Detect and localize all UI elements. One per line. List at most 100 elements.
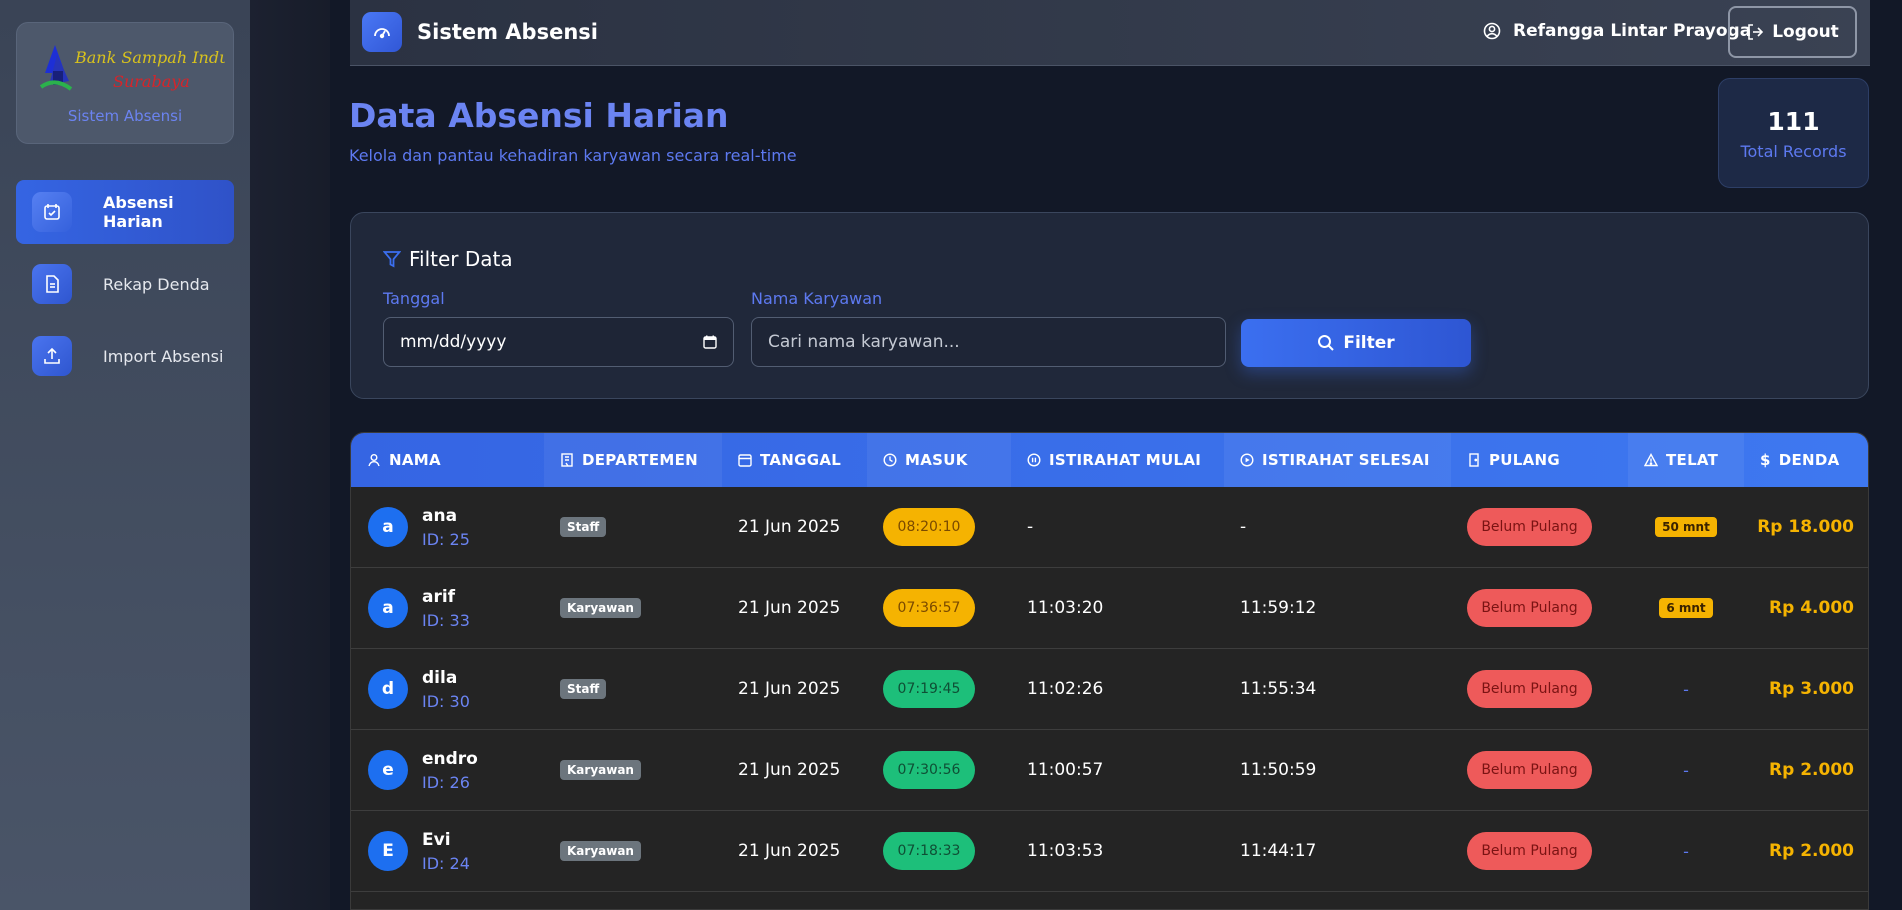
col-pulang[interactable]: PULANG xyxy=(1451,433,1628,487)
check-out-status-pill: Belum Pulang xyxy=(1467,589,1592,627)
logout-icon xyxy=(1748,24,1764,40)
employee-name-block: dila ID: 30 xyxy=(422,668,470,711)
avatar: a xyxy=(368,588,408,628)
table-row[interactable]: a arif ID: 33 Karyawan 21 Jun 2025 07:36:57 11… xyxy=(351,568,1868,649)
filter-button[interactable]: Filter xyxy=(1241,319,1471,367)
col-denda[interactable]: $ DENDA xyxy=(1744,433,1868,487)
page-title: Data Absensi Harian xyxy=(349,96,729,135)
late-empty: - xyxy=(1683,679,1689,699)
avatar: e xyxy=(368,750,408,790)
department-cell: Karyawan xyxy=(560,730,641,810)
employee-name-block: ana ID: 25 xyxy=(422,506,470,549)
employee-search-input[interactable] xyxy=(751,317,1226,367)
department-cell: Staff xyxy=(560,649,607,729)
table-row[interactable]: d dila ID: 30 Staff 21 Jun 2025 07:19:45 11:02… xyxy=(351,649,1868,730)
col-istirahat-selesai[interactable]: ISTIRAHAT SELESAI xyxy=(1224,433,1451,487)
employee-id: ID: 25 xyxy=(422,529,470,549)
break-end-time: 11:59:12 xyxy=(1240,598,1317,618)
col-nama-label: NAMA xyxy=(389,451,441,469)
check-in-time-pill: 07:18:33 xyxy=(883,832,975,870)
col-masuk[interactable]: MASUK xyxy=(867,433,1011,487)
filter-title: Filter Data xyxy=(409,247,513,271)
col-telat-label: TELAT xyxy=(1666,451,1719,469)
break-start-cell: - xyxy=(1027,487,1033,567)
employee-name: ana xyxy=(422,505,458,526)
break-end-cell: 11:44:17 xyxy=(1240,811,1316,891)
late-cell: - xyxy=(1628,649,1744,729)
check-out-cell: Belum Pulang xyxy=(1467,730,1592,810)
calendar-icon[interactable] xyxy=(703,335,717,349)
col-istirahat-mulai[interactable]: ISTIRAHAT MULAI xyxy=(1011,433,1224,487)
break-start-cell: 11:03:53 xyxy=(1027,811,1103,891)
check-in-cell: 07:19:45 xyxy=(883,649,975,729)
col-istirahat-selesai-label: ISTIRAHAT SELESAI xyxy=(1262,451,1430,469)
sidebar-item-rekap-denda[interactable]: Rekap Denda xyxy=(16,252,234,316)
employee-name-block: Evi ID: 24 xyxy=(422,830,470,873)
check-in-time-pill: 08:20:10 xyxy=(883,508,975,546)
date-input[interactable]: mm/dd/yyyy xyxy=(383,317,734,367)
door-icon xyxy=(1469,453,1479,467)
search-icon xyxy=(1318,335,1335,351)
late-cell: 6 mnt xyxy=(1628,568,1744,648)
break-end-time: 11:44:17 xyxy=(1240,841,1317,861)
col-masuk-label: MASUK xyxy=(905,451,968,469)
col-departemen[interactable]: DEPARTEMEN xyxy=(544,433,722,487)
sidebar-item-label: Import Absensi xyxy=(103,346,224,366)
logout-button[interactable]: Logout xyxy=(1728,6,1857,58)
department-badge: Karyawan xyxy=(560,598,641,618)
table-row[interactable]: a ana ID: 25 Staff 21 Jun 2025 08:20:10 - - Belu… xyxy=(351,487,1868,568)
fine-cell: Rp 2.000 xyxy=(1744,730,1854,810)
fine-cell: Rp 4.000 xyxy=(1744,568,1854,648)
employee-name-block: endro ID: 26 xyxy=(422,749,478,792)
break-end-cell: 11:55:34 xyxy=(1240,649,1316,729)
break-end-cell: - xyxy=(1240,487,1246,567)
col-telat[interactable]: TELAT xyxy=(1628,433,1744,487)
table-row[interactable]: e endro ID: 26 Karyawan 21 Jun 2025 07:30:56 1… xyxy=(351,730,1868,811)
break-start-time: - xyxy=(1027,517,1034,537)
avatar: a xyxy=(368,507,408,547)
check-in-time-pill: 07:36:57 xyxy=(883,589,975,627)
col-nama[interactable]: NAMA xyxy=(351,433,544,487)
check-out-status-pill: Belum Pulang xyxy=(1467,670,1592,708)
page-subtitle: Kelola dan pantau kehadiran karyawan sec… xyxy=(349,146,797,165)
col-tanggal[interactable]: TANGGAL xyxy=(722,433,867,487)
break-start-time: 11:03:20 xyxy=(1027,598,1104,618)
user-icon xyxy=(368,454,380,467)
table-row[interactable]: E Evi ID: 24 Karyawan 21 Jun 2025 07:18:33 11:… xyxy=(351,811,1868,892)
warning-icon xyxy=(1644,453,1658,467)
break-start-cell: 11:02:26 xyxy=(1027,649,1103,729)
attendance-date: 21 Jun 2025 xyxy=(738,841,841,861)
late-badge: 50 mnt xyxy=(1655,517,1717,537)
check-in-time-pill: 07:19:45 xyxy=(883,670,975,708)
attendance-date: 21 Jun 2025 xyxy=(738,598,841,618)
late-empty: - xyxy=(1683,760,1689,780)
attendance-table: NAMA DEPARTEMEN TANGGAL MASUK ISTIRAHAT … xyxy=(350,432,1869,910)
late-cell: - xyxy=(1628,730,1744,810)
check-out-cell: Belum Pulang xyxy=(1467,811,1592,891)
employee-cell: a arif ID: 33 xyxy=(368,568,470,648)
user-menu[interactable]: Refangga Lintar Prayoga xyxy=(1483,21,1751,41)
fine-cell: Rp 18.000 xyxy=(1744,487,1854,567)
date-cell: 21 Jun 2025 xyxy=(738,811,840,891)
employee-id: ID: 26 xyxy=(422,772,470,792)
department-badge: Staff xyxy=(560,517,607,537)
sidebar-item-import-absensi[interactable]: Import Absensi xyxy=(16,324,234,388)
date-cell: 21 Jun 2025 xyxy=(738,568,840,648)
app-title: Sistem Absensi xyxy=(417,20,598,44)
col-denda-label: DENDA xyxy=(1778,451,1840,469)
avatar: E xyxy=(368,831,408,871)
late-badge: 6 mnt xyxy=(1659,598,1713,618)
pause-circle-icon xyxy=(1027,453,1041,467)
fine-amount: Rp 4.000 xyxy=(1769,598,1854,618)
check-out-status-pill: Belum Pulang xyxy=(1467,832,1592,870)
break-end-time: 11:55:34 xyxy=(1240,679,1317,699)
user-name: Refangga Lintar Prayoga xyxy=(1513,21,1752,41)
dollar-icon: $ xyxy=(1760,451,1771,469)
break-end-time: - xyxy=(1240,517,1247,537)
topbar: Sistem Absensi Refangga Lintar Prayoga L… xyxy=(350,0,1870,66)
fine-amount: Rp 2.000 xyxy=(1769,841,1854,861)
department-cell: Karyawan xyxy=(560,811,641,891)
sidebar-item-absensi-harian[interactable]: Absensi Harian xyxy=(16,180,234,244)
svg-text:Surabaya: Surabaya xyxy=(113,72,190,91)
logo-subtitle: Sistem Absensi xyxy=(67,107,183,125)
